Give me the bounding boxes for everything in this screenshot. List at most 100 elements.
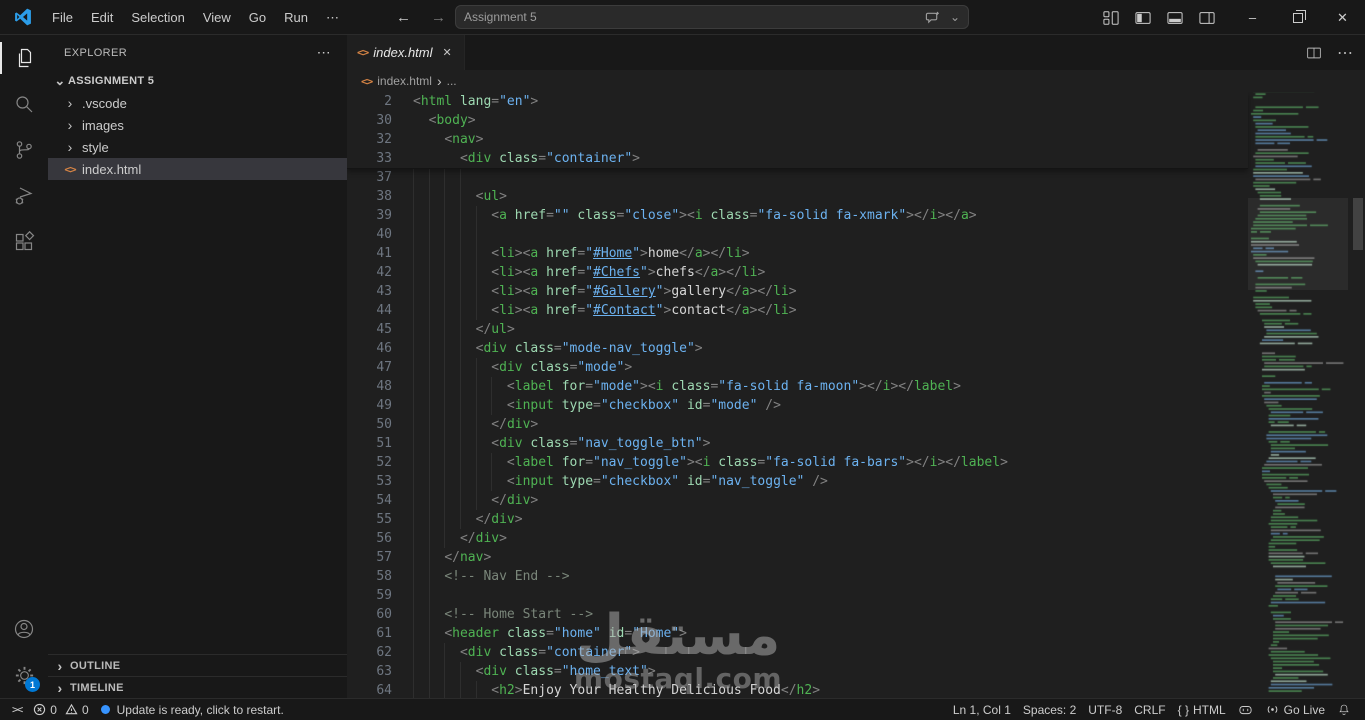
close-window-button[interactable]: ✕ [1320, 0, 1365, 35]
code-line-50: 50 </div> [347, 415, 1248, 434]
explorer-more-actions-icon[interactable]: ⋯ [317, 44, 331, 61]
search-activity-button[interactable] [0, 81, 48, 127]
extensions-icon [15, 230, 35, 251]
language-mode[interactable]: { } HTML [1172, 699, 1232, 720]
file-tree: › .vscode › images › style <> index.html [48, 92, 347, 180]
code-line-33: 33 <div class="container"> [347, 149, 1248, 168]
line-number: 64 [376, 683, 392, 698]
code-line-61: 61 <header class="home" id="Home"> [347, 624, 1248, 643]
code-line-content: <li><a href="#Contact">contact</a></li> [413, 301, 1248, 320]
line-number: 45 [376, 322, 392, 337]
more-actions-icon[interactable]: ⋯ [1337, 43, 1353, 63]
breadcrumb-more[interactable]: ... [447, 74, 457, 88]
code-line-58: 58 <!-- Nav End --> [347, 567, 1248, 586]
minimap[interactable] [1248, 92, 1348, 698]
eol-setting[interactable]: CRLF [1128, 699, 1171, 720]
line-number: 42 [376, 265, 392, 280]
update-notification[interactable]: Update is ready, click to restart. [95, 699, 290, 720]
line-number: 56 [376, 531, 392, 546]
line-number: 30 [376, 113, 392, 128]
code-line-content: <label for="mode"><i class="fa-solid fa-… [413, 377, 1248, 396]
vertical-scrollbar[interactable] [1351, 92, 1365, 698]
line-number: 62 [376, 645, 392, 660]
code-line-content: </div> [413, 415, 1248, 434]
html-file-icon: <> [357, 46, 369, 59]
tab-index-html[interactable]: <> index.html ✕ [347, 35, 465, 70]
run-debug-activity-button[interactable] [0, 173, 48, 219]
customize-layout-icon[interactable] [1101, 8, 1121, 28]
chat-icon[interactable] [925, 10, 940, 25]
sidebar-section-timeline[interactable]: › TIMELINE [48, 676, 347, 698]
indentation-setting[interactable]: Spaces: 2 [1017, 699, 1082, 720]
explorer-item-style[interactable]: › style [48, 136, 347, 158]
copilot-status[interactable] [1232, 699, 1259, 720]
explorer-item--vscode[interactable]: › .vscode [48, 92, 347, 114]
explorer-item-index-html[interactable]: <> index.html [48, 158, 347, 180]
command-center-search[interactable]: Assignment 5 ⌄ [455, 5, 969, 29]
code-line-content: </ul> [413, 320, 1248, 339]
code-line-content: <div class="container"> [413, 643, 1248, 662]
scrollbar-thumb[interactable] [1353, 198, 1363, 250]
menu-file[interactable]: File [43, 0, 82, 35]
line-number: 33 [376, 151, 392, 166]
history-navigation: ← → [396, 0, 446, 35]
code-line-content: <li><a href="#Home">home</a></li> [413, 244, 1248, 263]
line-number: 63 [376, 664, 392, 679]
vscode-logo [15, 8, 31, 26]
warning-icon [65, 703, 78, 715]
bell-icon [1339, 704, 1349, 715]
code-line-content: <!-- Home Start --> [413, 605, 1248, 624]
explorer-activity-button[interactable] [0, 35, 48, 81]
problems-indicator[interactable]: 0 0 [27, 699, 94, 720]
minimap-slider[interactable] [1248, 198, 1348, 290]
maximize-button[interactable] [1275, 0, 1320, 35]
explorer-item-images[interactable]: › images [48, 114, 347, 136]
code-line-39: 39 <a href="" class="close"><i class="fa… [347, 206, 1248, 225]
line-number: 59 [376, 588, 392, 603]
go-live-button[interactable]: Go Live [1259, 699, 1331, 720]
accounts-button[interactable] [0, 606, 48, 652]
line-number: 53 [376, 474, 392, 489]
code-editor[interactable]: 37 38 <ul> 39 <a href="" class="close"><i… [347, 92, 1365, 698]
breadcrumb-file[interactable]: index.html [377, 74, 432, 88]
remote-indicator[interactable]: >< [6, 699, 27, 720]
line-number: 52 [376, 455, 392, 470]
line-number: 37 [376, 170, 392, 185]
extensions-activity-button[interactable] [0, 219, 48, 265]
section-label: OUTLINE [70, 659, 121, 672]
line-number: 38 [376, 189, 392, 204]
forward-arrow-button[interactable]: → [431, 9, 446, 26]
error-icon [34, 703, 46, 716]
menu-more[interactable]: ⋯ [317, 0, 348, 35]
toggle-secondary-sidebar-icon[interactable] [1197, 8, 1217, 28]
editor-group: <> index.html ✕ ⋯ <> index.html › ... 37… [347, 35, 1365, 698]
menu-run[interactable]: Run [275, 0, 317, 35]
sidebar-section-outline[interactable]: › OUTLINE [48, 654, 347, 676]
settings-button[interactable]: 1 [0, 652, 48, 698]
code-line-44: 44 <li><a href="#Contact">contact</a></l… [347, 301, 1248, 320]
broadcast-icon [1267, 706, 1278, 713]
code-line-55: 55 </div> [347, 510, 1248, 529]
minimize-button[interactable]: – [1230, 0, 1275, 35]
cursor-position[interactable]: Ln 1, Col 1 [947, 699, 1017, 720]
source-control-activity-button[interactable] [0, 127, 48, 173]
explorer-root-folder[interactable]: ⌄ ASSIGNMENT 5 [48, 70, 347, 92]
menu-selection[interactable]: Selection [122, 0, 193, 35]
chevron-right-icon: › [67, 95, 73, 111]
chevron-down-icon[interactable]: ⌄ [950, 10, 960, 24]
html-file-icon: <> [64, 162, 76, 176]
code-line-62: 62 <div class="container"> [347, 643, 1248, 662]
back-arrow-button[interactable]: ← [396, 9, 411, 26]
menu-go[interactable]: Go [240, 0, 275, 35]
toggle-panel-icon[interactable] [1165, 8, 1185, 28]
toggle-primary-sidebar-icon[interactable] [1133, 8, 1153, 28]
braces-icon: { } [1177, 702, 1189, 717]
split-editor-icon[interactable] [1305, 44, 1323, 62]
menu-edit[interactable]: Edit [82, 0, 122, 35]
encoding-setting[interactable]: UTF-8 [1082, 699, 1128, 720]
tab-close-icon[interactable]: ✕ [441, 44, 454, 61]
menu-view[interactable]: View [194, 0, 240, 35]
notifications-button[interactable] [1331, 699, 1357, 720]
code-line-content: <input type="checkbox" id="nav_toggle" /… [413, 472, 1248, 491]
line-number: 44 [376, 303, 392, 318]
